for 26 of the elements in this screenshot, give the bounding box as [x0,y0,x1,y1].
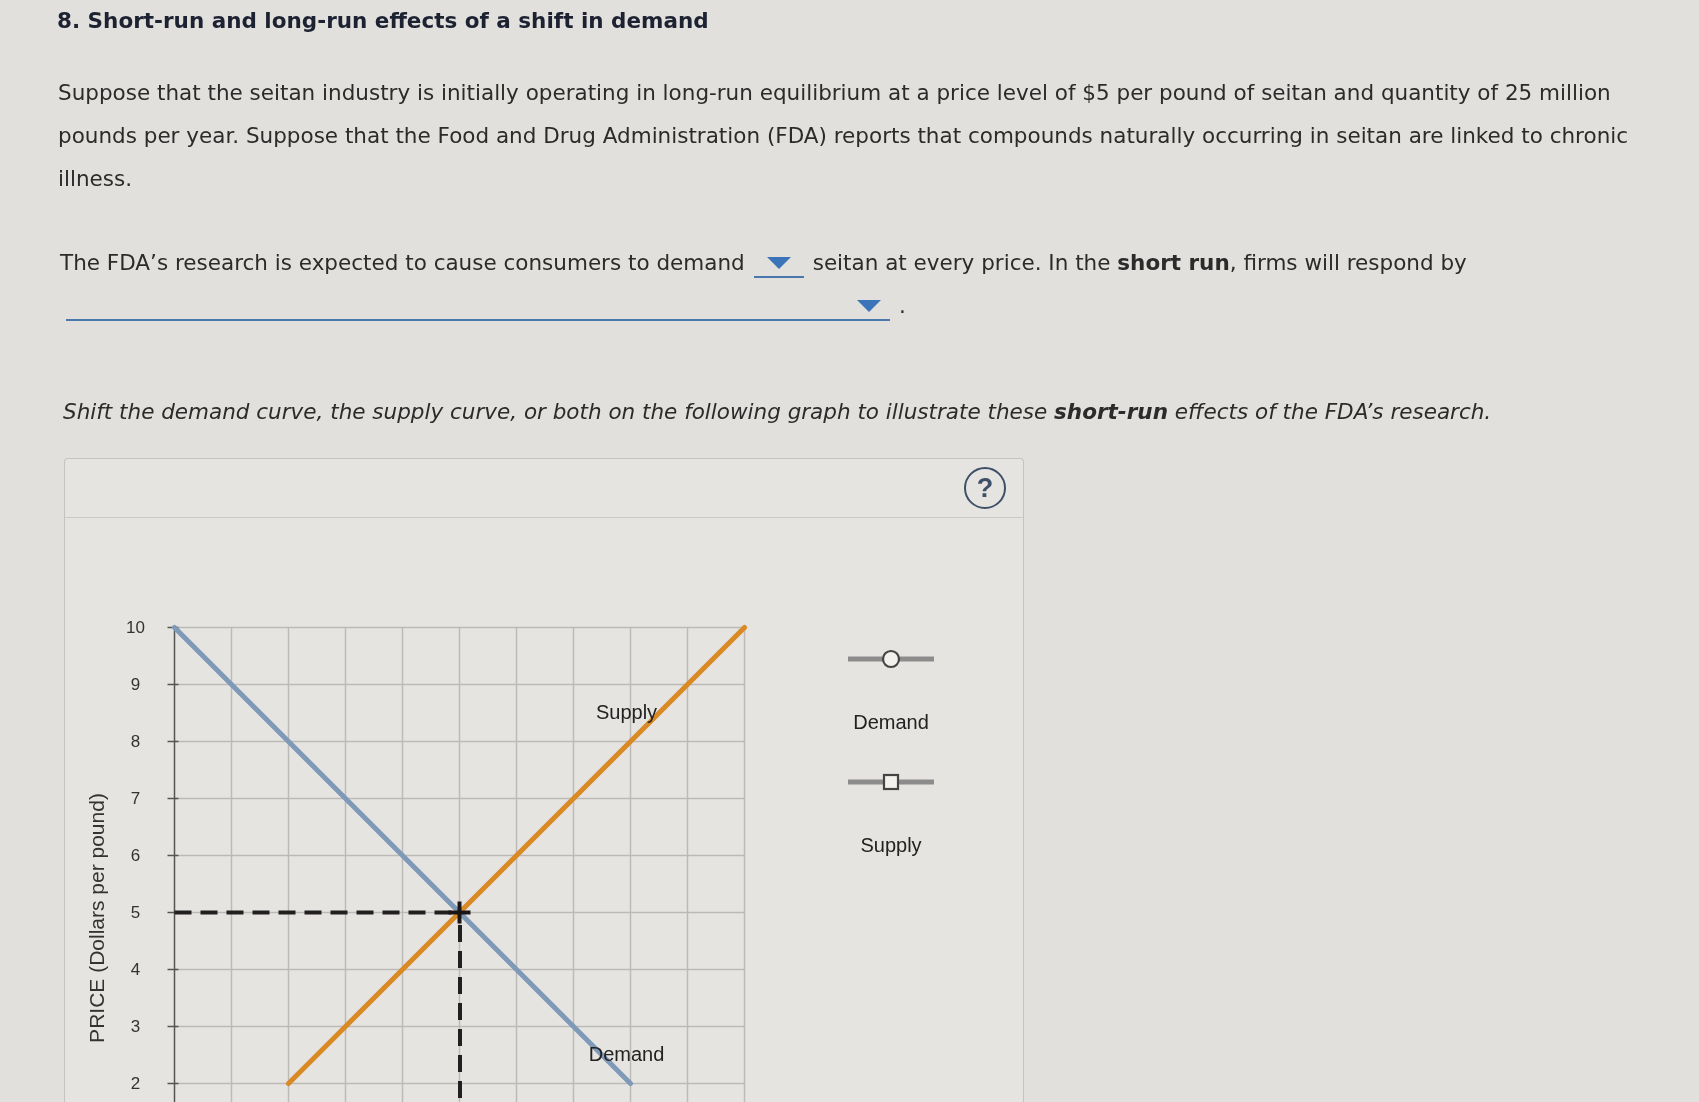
y-tick-label: 5 [130,903,141,922]
y-tick-label: 2 [130,1074,141,1093]
caret-icon [857,300,881,312]
curve-label: Demand [588,1042,665,1065]
intro-paragraph: Suppose that the seitan industry is initially operating in long-run equilibrium at a price level of $5 per pound of seitan and quantity of 25 million pounds per year. Suppose that the Food and Drug Administration (FDA) reports that compounds naturally occurring in seitan are linked to chronic illness. [58,79,1630,193]
y-tick-label: 7 [130,789,141,808]
y-tick-label: 9 [130,675,141,694]
square-handle-icon [848,772,934,792]
y-tick-label: 10 [126,618,145,637]
question-text: The FDA’s research is expected to cause consumers to demand [60,250,745,275]
crosshair-icon[interactable] [446,899,473,926]
y-tick-label: 4 [130,960,141,979]
curve-tool[interactable]: Demand [848,649,934,734]
caret-icon [766,257,791,269]
y-tick-label: 6 [130,846,141,865]
help-button[interactable]: ? [964,467,1006,509]
question-text: . [899,293,906,318]
y-tick-label: 8 [130,732,141,751]
question-title: 8. Short-run and long-run effects of a shift in demand [57,7,710,35]
y-axis-title: PRICE (Dollars per pound) [84,793,108,1043]
instruction-text: Shift the demand curve, the supply curve, or both on the following graph to illustrate these short-run effects of the FDA’s research. [63,398,1493,426]
circle-handle-icon [848,649,934,669]
curve-tool[interactable]: Supply [848,772,934,857]
y-tick-label: 3 [130,1017,141,1036]
question-text: seitan at every price. In the short run, firms will respond by [812,250,1467,275]
curve-label: Supply [595,700,658,723]
